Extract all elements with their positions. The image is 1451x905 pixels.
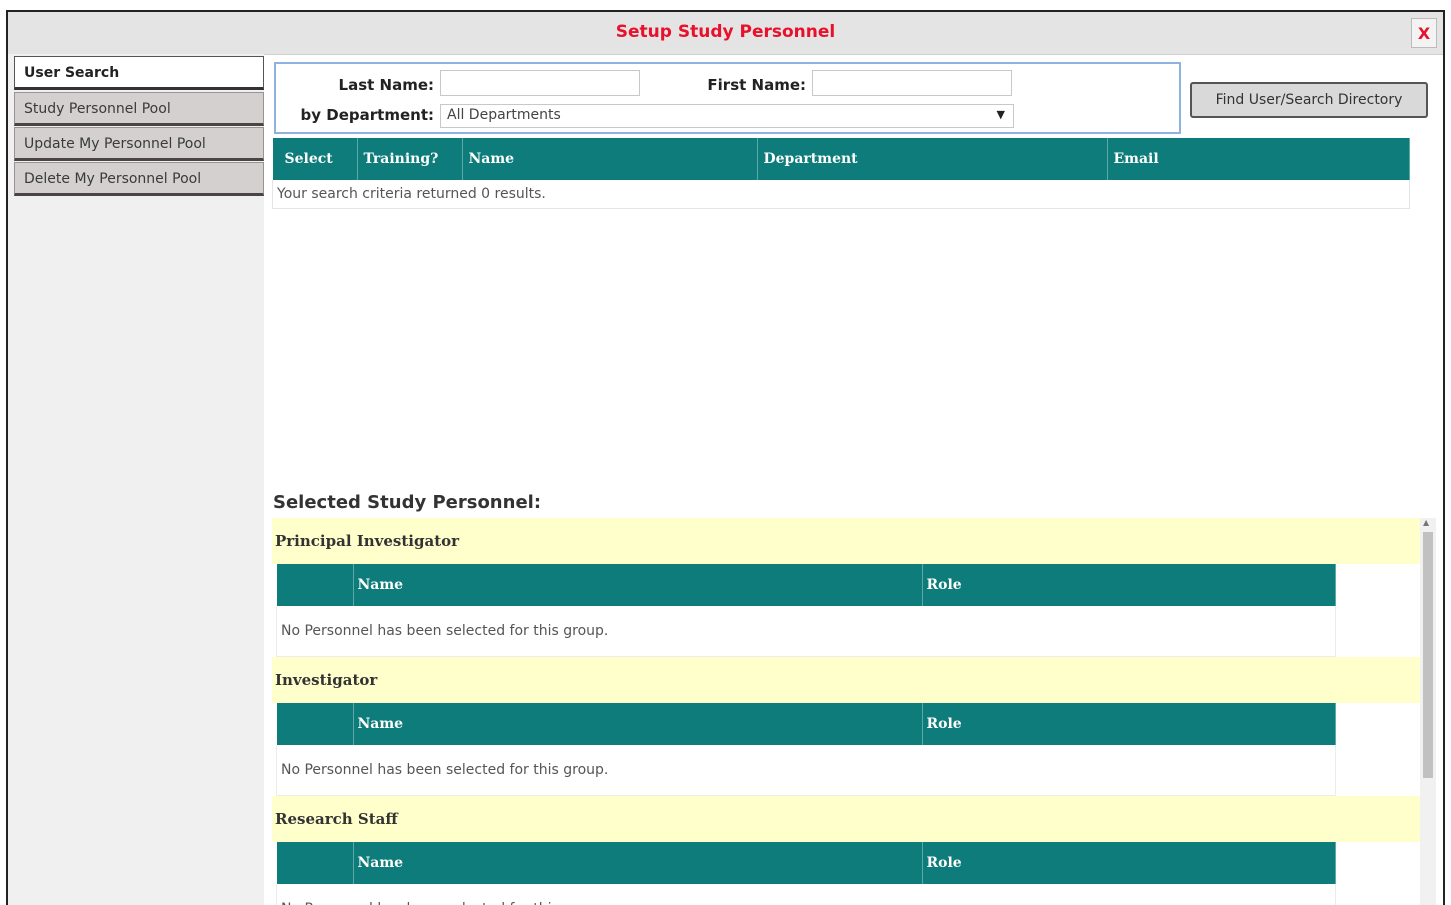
department-label: by Department: [300, 106, 434, 124]
sidebar: User Search Study Personnel Pool Update … [8, 54, 264, 905]
results-header-row: Select Training? Name Department Email [272, 138, 1410, 180]
group-empty-row: No Personnel has been selected for this … [276, 606, 1336, 657]
dropdown-arrow-icon: ▼ [996, 108, 1005, 121]
column-header-role[interactable]: Role [922, 564, 1336, 606]
dialog-titlebar: Setup Study Personnel X [8, 12, 1443, 55]
department-selected-value: All Departments [447, 107, 561, 123]
first-name-input[interactable] [812, 70, 1012, 96]
column-header-department[interactable]: Department [757, 138, 1108, 180]
setup-study-personnel-dialog: Setup Study Personnel X User Search Stud… [6, 10, 1445, 905]
first-name-label: First Name: [707, 76, 806, 94]
group-empty-row: No Personnel has been selected for this … [276, 884, 1336, 905]
group-table-header-row: Name Role [276, 842, 1336, 884]
last-name-input[interactable] [440, 70, 640, 96]
column-header-blank [276, 842, 354, 884]
group-empty-message: No Personnel has been selected for this … [276, 606, 1336, 657]
column-header-role[interactable]: Role [922, 703, 1336, 745]
group-table-research-staff: Name Role No Personnel has been selected… [276, 842, 1336, 905]
column-header-name[interactable]: Name [353, 703, 923, 745]
group-empty-message: No Personnel has been selected for this … [276, 745, 1336, 796]
scrollbar-thumb[interactable] [1423, 532, 1433, 778]
group-header-investigator: Investigator [272, 657, 1422, 703]
close-button[interactable]: X [1411, 18, 1437, 48]
group-table-header-row: Name Role [276, 564, 1336, 606]
sidebar-item-delete-my-personnel-pool[interactable]: Delete My Personnel Pool [14, 162, 264, 196]
results-empty-message: Your search criteria returned 0 results. [272, 180, 1410, 209]
search-results-table: Select Training? Name Department Email Y… [272, 138, 1410, 209]
group-table-header-row: Name Role [276, 703, 1336, 745]
department-select[interactable]: All Departments ▼ [440, 104, 1014, 128]
column-header-name[interactable]: Name [353, 564, 923, 606]
group-empty-message: No Personnel has been selected for this … [276, 884, 1336, 905]
selected-personnel-groups: Principal Investigator Name Role No Pers… [272, 518, 1422, 905]
dialog-title: Setup Study Personnel [615, 22, 836, 42]
group-table-principal-investigator: Name Role No Personnel has been selected… [276, 564, 1336, 657]
column-header-blank [276, 564, 354, 606]
group-header-principal-investigator: Principal Investigator [272, 518, 1422, 564]
find-user-button[interactable]: Find User/Search Directory [1190, 82, 1428, 118]
column-header-name[interactable]: Name [353, 842, 923, 884]
group-table-investigator: Name Role No Personnel has been selected… [276, 703, 1336, 796]
search-form: Last Name: First Name: by Department: Al… [274, 62, 1181, 134]
group-empty-row: No Personnel has been selected for this … [276, 745, 1336, 796]
results-empty-row: Your search criteria returned 0 results. [272, 180, 1410, 209]
group-header-research-staff: Research Staff [272, 796, 1422, 842]
groups-scrollbar[interactable]: ▲ [1420, 518, 1436, 905]
column-header-select[interactable]: Select [272, 138, 358, 180]
column-header-name[interactable]: Name [462, 138, 758, 180]
sidebar-item-update-my-personnel-pool[interactable]: Update My Personnel Pool [14, 127, 264, 161]
selected-personnel-title: Selected Study Personnel: [273, 492, 542, 513]
sidebar-item-user-search[interactable]: User Search [14, 56, 264, 90]
column-header-email[interactable]: Email [1107, 138, 1410, 180]
column-header-training[interactable]: Training? [357, 138, 463, 180]
sidebar-item-study-personnel-pool[interactable]: Study Personnel Pool [14, 92, 264, 126]
column-header-role[interactable]: Role [922, 842, 1336, 884]
scroll-up-icon[interactable]: ▲ [1423, 518, 1429, 527]
main-content: Last Name: First Name: by Department: Al… [270, 54, 1443, 905]
last-name-label: Last Name: [338, 76, 434, 94]
column-header-blank [276, 703, 354, 745]
